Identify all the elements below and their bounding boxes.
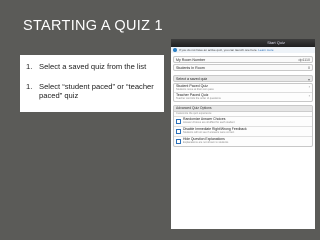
instruction-item: 1. Select a saved quiz from the list — [26, 62, 162, 71]
advanced-options: Advanced Quiz Options Customize the quiz… — [173, 105, 313, 147]
chevron-right-icon: › — [308, 84, 310, 89]
checkbox[interactable] — [176, 128, 181, 134]
instruction-text: Select “student paced” or “teacher paced… — [39, 82, 154, 100]
info-icon — [173, 48, 177, 52]
start-quiz-button[interactable]: Start Quiz — [267, 40, 285, 45]
notice-text: If you do not have an active quiz, you c… — [179, 48, 258, 52]
disable-feedback-option[interactable]: Disable Immediate Right/Wrong Feedback S… — [174, 127, 312, 137]
students-in-room-label: Students In Room — [176, 66, 205, 70]
room-number-label: My Room Number — [176, 58, 206, 62]
instruction-number: 1. — [26, 82, 33, 91]
option-subtext: Students move at their own pace — [176, 88, 214, 91]
option-subtext: Answer choices are shuffled for each stu… — [183, 121, 235, 124]
slide: STARTING A QUIZ 1 1. Select a saved quiz… — [0, 0, 320, 240]
hide-explanations-option[interactable]: Hide Question Explanations Explanations … — [174, 137, 312, 146]
room-number-row: My Room Number dp1110 — [173, 56, 313, 63]
option-subtext: Students will not see if answers were co… — [183, 131, 235, 134]
instructions-panel: 1. Select a saved quiz from the list 1. … — [20, 55, 164, 112]
chevron-down-icon: ▾ — [307, 77, 310, 82]
students-in-room-row: Students In Room 0 — [173, 64, 313, 71]
instruction-number: 1. — [26, 62, 33, 71]
saved-quiz-select[interactable]: Select a saved quiz ▾ — [173, 75, 313, 82]
option-subtext: Explanations are not shown to students — [183, 141, 229, 144]
saved-quiz-placeholder: Select a saved quiz — [176, 77, 208, 81]
info-notice: If you do not have an active quiz, you c… — [171, 47, 315, 53]
checkbox[interactable] — [176, 118, 181, 124]
checkbox[interactable] — [176, 138, 181, 144]
learn-more-link[interactable]: Learn more — [258, 48, 273, 52]
app-header: Start Quiz — [171, 39, 315, 47]
pace-options: Student Paced Quiz Students move at thei… — [173, 83, 313, 102]
instruction-item: 1. Select “student paced” or “teacher pa… — [26, 82, 162, 100]
teacher-paced-option[interactable]: Teacher Paced Quiz Teacher controls the … — [174, 93, 312, 101]
students-in-room-value: 0 — [308, 66, 310, 70]
app-screenshot: Start Quiz If you do not have an active … — [171, 39, 315, 229]
option-subtext: Teacher controls the order of questions — [176, 97, 221, 100]
room-number-value: dp1110 — [298, 58, 310, 62]
chevron-right-icon: › — [308, 93, 310, 98]
instruction-text: Select a saved quiz from the list — [39, 62, 147, 71]
student-paced-option[interactable]: Student Paced Quiz Students move at thei… — [174, 84, 312, 93]
randomize-answers-option[interactable]: Randomize Answer Choices Answer choices … — [174, 117, 312, 127]
slide-title: STARTING A QUIZ 1 — [23, 18, 163, 34]
